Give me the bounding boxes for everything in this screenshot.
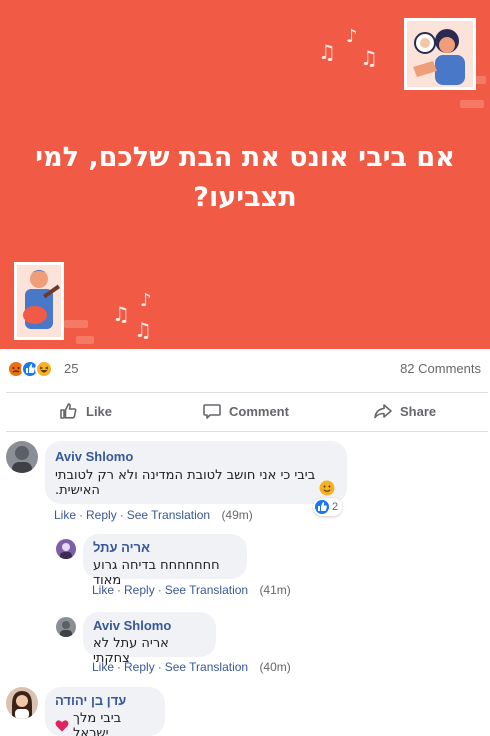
- thumbs-up-icon: [60, 403, 77, 419]
- music-note-icon: ♫: [318, 40, 336, 64]
- avatar[interactable]: [56, 539, 76, 559]
- like-icon: [315, 500, 329, 514]
- comment-time[interactable]: (49m): [221, 508, 252, 522]
- comment-author[interactable]: Aviv Shlomo: [55, 449, 337, 464]
- comment-button[interactable]: Comment: [202, 392, 289, 430]
- music-note-icon: ♪: [346, 26, 358, 47]
- comment-reply-link[interactable]: Reply: [86, 508, 117, 522]
- music-note-icon: ♫: [360, 46, 378, 70]
- comment-like-link[interactable]: Like: [92, 660, 114, 674]
- comments-count-link[interactable]: 82 Comments: [400, 361, 481, 376]
- like-button-label: Like: [86, 403, 113, 419]
- comment-reply-link[interactable]: Reply: [124, 660, 155, 674]
- comment-time[interactable]: (40m): [259, 660, 290, 674]
- share-button[interactable]: Share: [373, 392, 436, 430]
- comment-like-link[interactable]: Like: [92, 583, 114, 597]
- share-button-label: Share: [400, 403, 437, 419]
- tambourine-player-illustration: [404, 18, 476, 90]
- comment-reply-link[interactable]: Reply: [124, 583, 155, 597]
- post-actions: Like Comment Share: [0, 392, 490, 430]
- comment-time[interactable]: (41m): [259, 583, 290, 597]
- reaction-count[interactable]: 25: [64, 361, 78, 376]
- music-note-icon: ♪: [140, 290, 152, 311]
- reaction-icons[interactable]: [7, 360, 63, 378]
- like-button[interactable]: Like: [59, 392, 112, 430]
- see-translation-link[interactable]: See Translation: [127, 508, 210, 522]
- music-note-icon: ♫: [134, 318, 152, 342]
- comment-text-row: ביבי מלך ישראל: [55, 711, 155, 736]
- comment-bubble: אריה עתל חחחחחחח בדיחה גרוע מאוד: [83, 534, 247, 588]
- comment-author[interactable]: Aviv Shlomo: [93, 618, 206, 633]
- comment-meta: Like · Reply · See Translation (41m): [92, 583, 291, 597]
- red-heart-icon: [55, 720, 69, 732]
- comment-icon: [203, 404, 221, 419]
- guitar-player-illustration: [14, 262, 64, 340]
- comment-bubble: עדן בן יהודה ביבי מלך ישראל: [45, 687, 165, 736]
- comment-button-label: Comment: [229, 403, 289, 419]
- haha-icon: [35, 360, 53, 378]
- post-image-text: אם ביבי אונס את הבת שלכם, למי תצביעו?: [35, 142, 455, 213]
- avatar[interactable]: [6, 687, 38, 719]
- divider: [6, 431, 488, 432]
- avatar[interactable]: [6, 441, 38, 473]
- reactions-summary[interactable]: 25 82 Comments: [0, 349, 490, 389]
- see-translation-link[interactable]: See Translation: [165, 583, 248, 597]
- avatar[interactable]: [56, 617, 76, 637]
- comment-text: ביבי מלך ישראל: [73, 711, 122, 736]
- see-translation-link[interactable]: See Translation: [165, 660, 248, 674]
- comment-text: ביבי כי אני חושב לטובת המדינה ולא רק לטו…: [55, 468, 316, 498]
- comment-author[interactable]: עדן בן יהודה: [55, 693, 155, 708]
- comment-bubble: Aviv Shlomo ביבי כי אני חושב לטובת המדינ…: [45, 441, 347, 504]
- post-image-banner[interactable]: ♫ ♪ ♫ ♫ ♪ ♫ אם ביבי אונס את הבת שלכם, למ…: [0, 0, 490, 349]
- comment-meta: Like · Reply · See Translation (40m): [92, 660, 291, 674]
- comment-author[interactable]: אריה עתל: [93, 540, 237, 555]
- music-note-icon: ♫: [112, 302, 130, 326]
- comment-reaction-count: 2: [332, 501, 339, 513]
- comment-meta: Like · Reply · See Translation (49m): [54, 508, 253, 522]
- comment-like-link[interactable]: Like: [54, 508, 76, 522]
- comment-reactions-badge[interactable]: 2: [313, 498, 343, 516]
- comment-bubble: Aviv Shlomo אריה עתל לא צחקתי: [83, 612, 216, 666]
- share-arrow-icon: [374, 404, 392, 419]
